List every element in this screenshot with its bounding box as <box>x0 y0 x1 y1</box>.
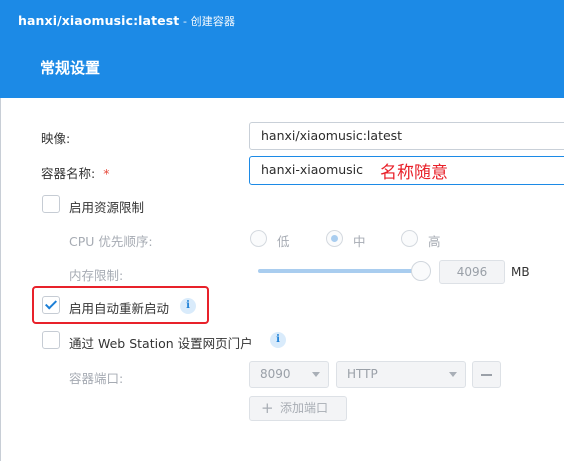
protocol-select[interactable]: HTTP <box>336 361 466 388</box>
name-annotation: 名称随意 <box>380 163 448 183</box>
auto-restart-checkbox[interactable] <box>42 296 60 314</box>
window-title-action: 创建容器 <box>190 15 236 28</box>
cpu-medium-label: 中 <box>353 234 366 249</box>
memory-unit-label: MB <box>511 265 530 279</box>
add-port-label: 添加端口 <box>280 401 329 415</box>
memory-limit-label: 内存限制: <box>69 268 124 283</box>
add-port-button[interactable]: + 添加端口 <box>249 396 347 421</box>
web-station-label: 通过 Web Station 设置网页门户 <box>69 336 253 351</box>
auto-restart-info-icon[interactable]: i <box>180 298 196 314</box>
chevron-down-icon <box>312 372 320 377</box>
port-select-value: 8090 <box>260 367 291 381</box>
container-port-label: 容器端口: <box>69 371 124 386</box>
cpu-medium-radio[interactable] <box>326 230 343 247</box>
auto-restart-label: 启用自动重新启动 <box>69 301 170 316</box>
cpu-priority-label: CPU 优先顺序: <box>69 234 153 249</box>
chevron-down-icon <box>449 372 457 377</box>
dialog-left-border <box>0 98 1 461</box>
memory-input[interactable]: 4096 <box>439 260 505 284</box>
required-mark: * <box>103 166 110 181</box>
cpu-low-label: 低 <box>277 234 290 249</box>
window-title: hanxi/xiaomusic:latest - 创建容器 <box>18 13 235 29</box>
cpu-low-radio[interactable] <box>250 230 267 247</box>
checkmark-icon <box>44 297 58 310</box>
port-select[interactable]: 8090 <box>249 361 329 388</box>
window-title-app: hanxi/xiaomusic:latest <box>18 13 180 28</box>
plus-icon: + <box>261 399 274 417</box>
image-field[interactable]: hanxi/xiaomusic:latest <box>249 122 564 150</box>
dialog-header: hanxi/xiaomusic:latest - 创建容器 常规设置 <box>0 0 564 98</box>
minus-icon <box>481 374 492 376</box>
container-name-label-text: 容器名称: <box>41 166 96 181</box>
memory-slider-track[interactable] <box>258 269 422 273</box>
cpu-high-radio[interactable] <box>401 230 418 247</box>
web-station-info-icon[interactable]: i <box>270 332 286 348</box>
remove-port-button[interactable] <box>472 361 501 388</box>
memory-slider-thumb[interactable] <box>411 261 431 281</box>
section-title: 常规设置 <box>40 59 101 77</box>
cpu-high-label: 高 <box>428 234 441 249</box>
resource-limit-checkbox[interactable] <box>42 195 60 213</box>
web-station-checkbox[interactable] <box>42 331 60 349</box>
container-name-label: 容器名称: * <box>41 163 109 182</box>
image-label: 映像: <box>41 131 71 146</box>
resource-limit-label: 启用资源限制 <box>69 200 145 215</box>
window-title-separator: - <box>179 15 191 28</box>
protocol-select-value: HTTP <box>347 367 378 381</box>
